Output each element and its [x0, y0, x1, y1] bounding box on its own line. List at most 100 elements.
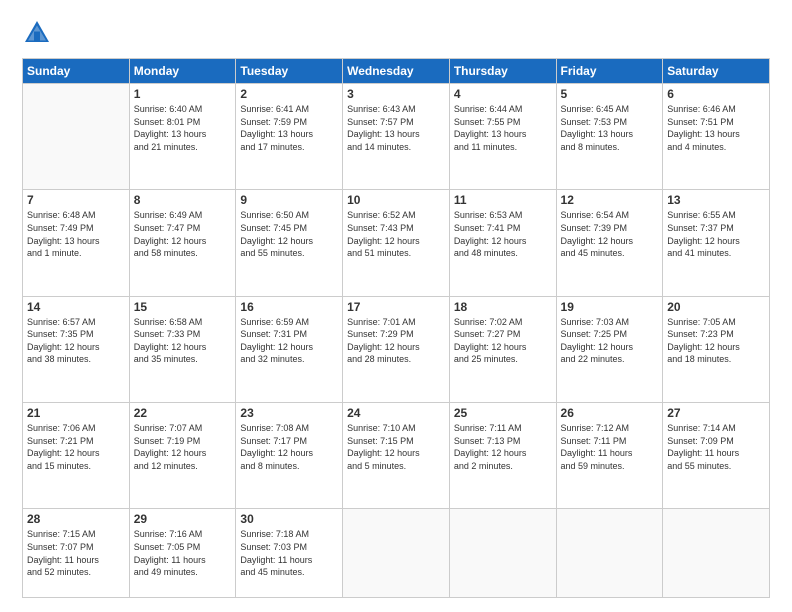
- day-info: Sunrise: 7:12 AM Sunset: 7:11 PM Dayligh…: [561, 422, 659, 472]
- day-number: 28: [27, 512, 125, 526]
- day-number: 16: [240, 300, 338, 314]
- calendar-cell: 23 Sunrise: 7:08 AM Sunset: 7:17 PM Dayli…: [236, 402, 343, 508]
- calendar-cell: 9Sunrise: 6:50 AM Sunset: 7:45 PM Daylig…: [236, 190, 343, 296]
- calendar-cell: 7 Sunrise: 6:48 AM Sunset: 7:49 PM Daylig…: [23, 190, 130, 296]
- calendar-cell: 30 Sunrise: 7:18 AM Sunset: 7:03 PM Dayli…: [236, 509, 343, 598]
- day-number: 14: [27, 300, 125, 314]
- day-info: Sunrise: 6:45 AM Sunset: 7:53 PM Dayligh…: [561, 103, 659, 153]
- day-number: 10: [347, 193, 445, 207]
- day-number: 6: [667, 87, 765, 101]
- day-info: Sunrise: 6:49 AM Sunset: 7:47 PM Dayligh…: [134, 209, 232, 259]
- calendar-cell: 26 Sunrise: 7:12 AM Sunset: 7:11 PM Dayli…: [556, 402, 663, 508]
- day-info: Sunrise: 6:52 AM Sunset: 7:43 PM Dayligh…: [347, 209, 445, 259]
- calendar-cell: 21 Sunrise: 7:06 AM Sunset: 7:21 PM Dayli…: [23, 402, 130, 508]
- day-number: 25: [454, 406, 552, 420]
- day-number: 2: [240, 87, 338, 101]
- day-number: 1: [134, 87, 232, 101]
- calendar-cell: 22 Sunrise: 7:07 AM Sunset: 7:19 PM Dayli…: [129, 402, 236, 508]
- day-info: Sunrise: 7:02 AM Sunset: 7:27 PM Dayligh…: [454, 316, 552, 366]
- day-number: 5: [561, 87, 659, 101]
- calendar-cell: [23, 84, 130, 190]
- calendar-cell: 10 Sunrise: 6:52 AM Sunset: 7:43 PM Dayli…: [343, 190, 450, 296]
- day-number: 21: [27, 406, 125, 420]
- calendar-cell: 25 Sunrise: 7:11 AM Sunset: 7:13 PM Dayli…: [449, 402, 556, 508]
- day-number: 24: [347, 406, 445, 420]
- weekday-header-monday: Monday: [129, 59, 236, 84]
- day-number: 3: [347, 87, 445, 101]
- day-info: Sunrise: 6:57 AM Sunset: 7:35 PM Dayligh…: [27, 316, 125, 366]
- calendar-cell: 15 Sunrise: 6:58 AM Sunset: 7:33 PM Dayli…: [129, 296, 236, 402]
- day-number: 29: [134, 512, 232, 526]
- day-info: Sunrise: 6:40 AM Sunset: 8:01 PM Dayligh…: [134, 103, 232, 153]
- day-number: 7: [27, 193, 125, 207]
- calendar-cell: [556, 509, 663, 598]
- day-info: Sunrise: 6:41 AM Sunset: 7:59 PM Dayligh…: [240, 103, 338, 153]
- day-info: Sunrise: 6:58 AM Sunset: 7:33 PM Dayligh…: [134, 316, 232, 366]
- day-number: 8: [134, 193, 232, 207]
- day-info: Sunrise: 6:59 AM Sunset: 7:31 PM Dayligh…: [240, 316, 338, 366]
- day-number: 19: [561, 300, 659, 314]
- weekday-header-thursday: Thursday: [449, 59, 556, 84]
- weekday-header-tuesday: Tuesday: [236, 59, 343, 84]
- day-number: 11: [454, 193, 552, 207]
- day-info: Sunrise: 7:07 AM Sunset: 7:19 PM Dayligh…: [134, 422, 232, 472]
- day-info: Sunrise: 7:06 AM Sunset: 7:21 PM Dayligh…: [27, 422, 125, 472]
- weekday-header-wednesday: Wednesday: [343, 59, 450, 84]
- calendar-cell: 5 Sunrise: 6:45 AM Sunset: 7:53 PM Daylig…: [556, 84, 663, 190]
- calendar-header-row: SundayMondayTuesdayWednesdayThursdayFrid…: [23, 59, 770, 84]
- calendar-cell: 20 Sunrise: 7:05 AM Sunset: 7:23 PM Dayli…: [663, 296, 770, 402]
- day-info: Sunrise: 6:53 AM Sunset: 7:41 PM Dayligh…: [454, 209, 552, 259]
- weekday-header-sunday: Sunday: [23, 59, 130, 84]
- day-number: 18: [454, 300, 552, 314]
- day-number: 17: [347, 300, 445, 314]
- logo: [22, 18, 58, 48]
- day-number: 13: [667, 193, 765, 207]
- calendar-cell: 17 Sunrise: 7:01 AM Sunset: 7:29 PM Dayli…: [343, 296, 450, 402]
- day-info: Sunrise: 7:08 AM Sunset: 7:17 PM Dayligh…: [240, 422, 338, 472]
- logo-icon: [22, 18, 52, 48]
- calendar-cell: 6 Sunrise: 6:46 AM Sunset: 7:51 PM Daylig…: [663, 84, 770, 190]
- day-number: 23: [240, 406, 338, 420]
- calendar-cell: 16 Sunrise: 6:59 AM Sunset: 7:31 PM Dayli…: [236, 296, 343, 402]
- weekday-header-saturday: Saturday: [663, 59, 770, 84]
- day-info: Sunrise: 7:18 AM Sunset: 7:03 PM Dayligh…: [240, 528, 338, 578]
- day-info: Sunrise: 6:55 AM Sunset: 7:37 PM Dayligh…: [667, 209, 765, 259]
- day-number: 12: [561, 193, 659, 207]
- calendar-cell: 24 Sunrise: 7:10 AM Sunset: 7:15 PM Dayli…: [343, 402, 450, 508]
- calendar-cell: 2 Sunrise: 6:41 AM Sunset: 7:59 PM Daylig…: [236, 84, 343, 190]
- day-number: 22: [134, 406, 232, 420]
- calendar-cell: 18 Sunrise: 7:02 AM Sunset: 7:27 PM Dayli…: [449, 296, 556, 402]
- calendar-cell: 8 Sunrise: 6:49 AM Sunset: 7:47 PM Daylig…: [129, 190, 236, 296]
- day-info: Sunrise: 7:10 AM Sunset: 7:15 PM Dayligh…: [347, 422, 445, 472]
- day-info: Sunrise: 7:15 AM Sunset: 7:07 PM Dayligh…: [27, 528, 125, 578]
- calendar-cell: 3Sunrise: 6:43 AM Sunset: 7:57 PM Daylig…: [343, 84, 450, 190]
- day-number: 30: [240, 512, 338, 526]
- calendar-cell: 12 Sunrise: 6:54 AM Sunset: 7:39 PM Dayli…: [556, 190, 663, 296]
- day-info: Sunrise: 6:48 AM Sunset: 7:49 PM Dayligh…: [27, 209, 125, 259]
- calendar-cell: 1 Sunrise: 6:40 AM Sunset: 8:01 PM Daylig…: [129, 84, 236, 190]
- day-info: Sunrise: 6:46 AM Sunset: 7:51 PM Dayligh…: [667, 103, 765, 153]
- day-info: Sunrise: 7:03 AM Sunset: 7:25 PM Dayligh…: [561, 316, 659, 366]
- calendar-cell: 11 Sunrise: 6:53 AM Sunset: 7:41 PM Dayli…: [449, 190, 556, 296]
- day-info: Sunrise: 6:50 AM Sunset: 7:45 PM Dayligh…: [240, 209, 338, 259]
- calendar-cell: 13 Sunrise: 6:55 AM Sunset: 7:37 PM Dayli…: [663, 190, 770, 296]
- calendar-cell: 19 Sunrise: 7:03 AM Sunset: 7:25 PM Dayli…: [556, 296, 663, 402]
- day-info: Sunrise: 7:01 AM Sunset: 7:29 PM Dayligh…: [347, 316, 445, 366]
- day-info: Sunrise: 7:16 AM Sunset: 7:05 PM Dayligh…: [134, 528, 232, 578]
- calendar-cell: [663, 509, 770, 598]
- calendar-cell: [449, 509, 556, 598]
- calendar-cell: 27Sunrise: 7:14 AM Sunset: 7:09 PM Dayli…: [663, 402, 770, 508]
- day-info: Sunrise: 6:44 AM Sunset: 7:55 PM Dayligh…: [454, 103, 552, 153]
- day-number: 15: [134, 300, 232, 314]
- calendar-cell: 29 Sunrise: 7:16 AM Sunset: 7:05 PM Dayli…: [129, 509, 236, 598]
- calendar-cell: 28 Sunrise: 7:15 AM Sunset: 7:07 PM Dayli…: [23, 509, 130, 598]
- calendar-cell: 4 Sunrise: 6:44 AM Sunset: 7:55 PM Daylig…: [449, 84, 556, 190]
- day-number: 26: [561, 406, 659, 420]
- day-number: 20: [667, 300, 765, 314]
- day-number: 4: [454, 87, 552, 101]
- day-info: Sunrise: 7:14 AM Sunset: 7:09 PM Dayligh…: [667, 422, 765, 472]
- day-info: Sunrise: 6:54 AM Sunset: 7:39 PM Dayligh…: [561, 209, 659, 259]
- day-info: Sunrise: 7:11 AM Sunset: 7:13 PM Dayligh…: [454, 422, 552, 472]
- day-info: Sunrise: 7:05 AM Sunset: 7:23 PM Dayligh…: [667, 316, 765, 366]
- weekday-header-friday: Friday: [556, 59, 663, 84]
